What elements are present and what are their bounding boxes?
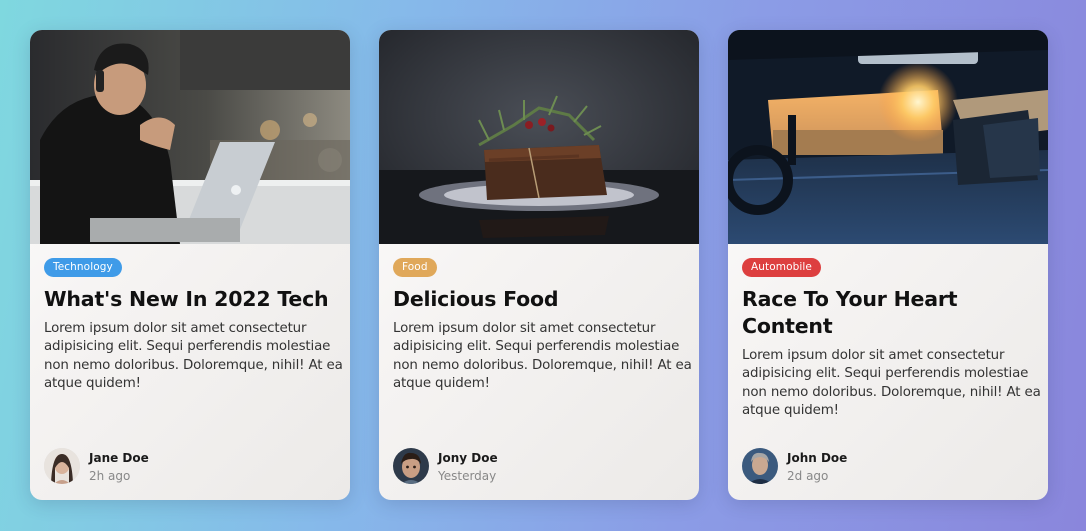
- post-time: Yesterday: [438, 469, 497, 483]
- card-description: Lorem ipsum dolor sit amet consectetur a…: [393, 321, 692, 391]
- author-name[interactable]: Jony Doe: [438, 451, 498, 465]
- category-badge[interactable]: Food: [393, 258, 437, 277]
- card-image-chocolate-cake: [379, 30, 699, 244]
- card-grid: Technology What's New In 2022 Tech Lorem…: [30, 30, 1048, 500]
- post-time: 2d ago: [787, 469, 829, 483]
- card-image-man-with-laptop: [30, 30, 350, 244]
- category-badge[interactable]: Automobile: [742, 258, 821, 277]
- post-time: 2h ago: [89, 469, 131, 483]
- author-name[interactable]: Jane Doe: [89, 451, 149, 465]
- author-info: Jane Doe 2h ago: [44, 448, 244, 486]
- card-title[interactable]: Race To Your Heart Content: [742, 286, 1038, 340]
- card-description: Lorem ipsum dolor sit amet consectetur a…: [44, 321, 343, 391]
- card-image-car-interior-sunset: [728, 30, 1048, 244]
- card-title[interactable]: Delicious Food: [393, 286, 689, 313]
- avatar: [393, 448, 429, 484]
- category-badge[interactable]: Technology: [44, 258, 122, 277]
- article-card-food[interactable]: Food Delicious Food Lorem ipsum dolor si…: [379, 30, 699, 500]
- author-info: Jony Doe Yesterday: [393, 448, 593, 486]
- article-card-technology[interactable]: Technology What's New In 2022 Tech Lorem…: [30, 30, 350, 500]
- avatar: [742, 448, 778, 484]
- card-title[interactable]: What's New In 2022 Tech: [44, 286, 340, 313]
- card-description: Lorem ipsum dolor sit amet consectetur a…: [742, 348, 1041, 418]
- author-name[interactable]: John Doe: [787, 451, 847, 465]
- article-card-automobile[interactable]: Automobile Race To Your Heart Content Lo…: [728, 30, 1048, 500]
- avatar: [44, 448, 80, 484]
- author-info: John Doe 2d ago: [742, 448, 942, 486]
